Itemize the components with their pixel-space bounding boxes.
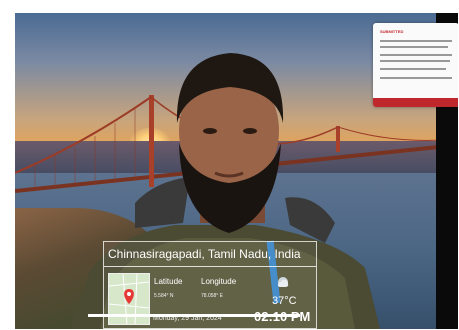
video-feed: SUBMITTED Chinnasiragapadi, Tamil Nadu, … [15, 13, 458, 329]
popup-text-line [380, 60, 450, 62]
latitude-value: 5.584° N [154, 293, 174, 299]
popup-title: SUBMITTED [380, 29, 404, 34]
popup-text-line [380, 46, 448, 48]
popup-footer-bar [373, 98, 458, 107]
bottom-progress-bar [88, 314, 300, 317]
partly-cloudy-icon [278, 277, 289, 287]
overlay-divider [104, 266, 316, 267]
longitude-label: Longitude [201, 277, 237, 286]
popup-text-line [380, 54, 452, 56]
location-place: Chinnasiragapadi, Tamil Nadu, India [108, 247, 301, 261]
mini-map [108, 273, 150, 325]
popup-text-line [380, 40, 452, 42]
longitude-value: 78.058° E [201, 293, 224, 299]
submission-popup[interactable]: SUBMITTED [373, 23, 458, 107]
popup-text-line [380, 68, 446, 70]
popup-text-line [380, 77, 452, 79]
latitude-label: Latitude [154, 277, 183, 286]
temperature: 37°C [272, 295, 297, 307]
